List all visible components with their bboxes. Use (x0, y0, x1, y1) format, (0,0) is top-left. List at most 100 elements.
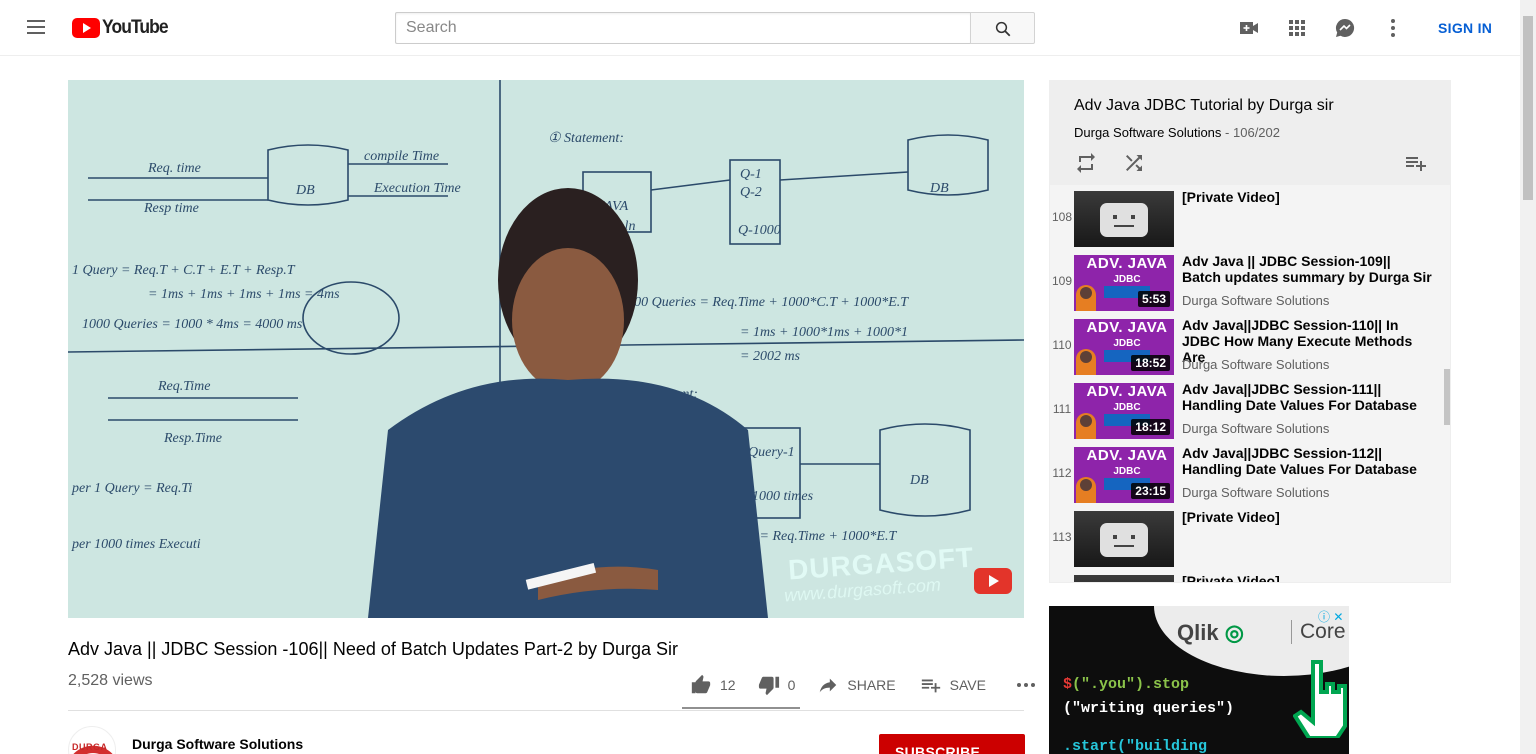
create-video-icon[interactable] (1237, 16, 1261, 40)
thumbnail-presenter (1076, 349, 1096, 375)
private-video-icon (1100, 203, 1148, 237)
loop-icon[interactable] (1074, 151, 1098, 175)
page-scrollbar-thumb[interactable] (1523, 16, 1533, 200)
svg-text:1 Query = Req.T + C.T + E.T +: 1 Query = Req.T + C.T + E.T + Resp.T (72, 263, 296, 278)
playlist-item-thumbnail[interactable] (1074, 511, 1174, 567)
thumbnail-presenter (1076, 477, 1096, 503)
playlist-panel: Adv Java JDBC Tutorial by Durga sir Durg… (1049, 80, 1451, 583)
svg-text:DB: DB (909, 473, 929, 488)
thumbnail-text-line-1: ADV. JAVA (1086, 447, 1168, 464)
playlist-item-title[interactable]: [Private Video] (1182, 189, 1432, 205)
playlist-scrollbar[interactable] (1444, 369, 1450, 425)
video-duration: 23:15 (1131, 483, 1170, 499)
share-label: SHARE (847, 677, 896, 693)
thumbnail-text-line-2: JDBC (1113, 274, 1141, 285)
playlist-item-channel: Durga Software Solutions (1182, 485, 1330, 500)
subscribe-button[interactable]: SUBSCRIBE 360K (879, 734, 1025, 754)
playlist-item-channel: Durga Software Solutions (1182, 293, 1330, 308)
video-duration: 5:53 (1137, 291, 1170, 307)
share-button[interactable]: SHARE (817, 668, 896, 702)
more-actions-button[interactable] (1014, 668, 1046, 702)
playlist-item[interactable]: 113 [Private Video] (1050, 505, 1440, 569)
masthead: YouTube Search SIGN IN (0, 0, 1520, 56)
svg-text:Query-1: Query-1 (748, 445, 795, 460)
playlist-owner[interactable]: Durga Software Solutions (1074, 125, 1221, 140)
like-button[interactable]: 12 (690, 668, 736, 702)
playlist-item-index: 109 (1051, 274, 1073, 288)
youtube-play-icon (72, 18, 100, 38)
video-player[interactable]: Req. time compile Time Resp time DB Exec… (68, 80, 1024, 618)
playlist-item-thumbnail[interactable]: ADV. JAVA JDBC 18:12 (1074, 383, 1174, 439)
menu-icon[interactable] (24, 16, 48, 40)
playlist-item-thumbnail[interactable] (1074, 191, 1174, 247)
search-button[interactable] (970, 12, 1035, 44)
youtube-watermark-icon[interactable] (974, 568, 1012, 594)
logo-text: YouTube (102, 17, 169, 38)
video-actions: 12 0 SHARE SAVE (682, 668, 1046, 702)
divider (68, 710, 1024, 711)
page-scrollbar[interactable] (1520, 0, 1536, 754)
ad-info-close-icon[interactable]: ⓘ ✕ (1318, 608, 1348, 624)
dislike-count: 0 (787, 677, 796, 693)
svg-text:Resp.Time: Resp.Time (163, 431, 222, 446)
playlist-item-channel: Durga Software Solutions (1182, 357, 1330, 372)
ad-code-line-3: .start("building (1063, 738, 1208, 754)
playlist-item-index: 112 (1052, 466, 1072, 480)
thumbnail-text-line-1: ADV. JAVA (1086, 383, 1168, 400)
video-title: Adv Java || JDBC Session -106|| Need of … (68, 639, 678, 659)
playlist-item-index: 111 (1052, 402, 1072, 416)
playlist-item[interactable]: 110 ADV. JAVA JDBC 18:52 Adv Java||JDBC Sess… (1050, 313, 1440, 377)
svg-text:① Statement:: ① Statement: (548, 131, 624, 146)
playlist-item-title[interactable]: [Private Video] (1182, 573, 1432, 582)
channel-avatar[interactable]: DURGA (68, 726, 116, 754)
svg-text:= 1ms + 1000*1ms + 1000*1: = 1ms + 1000*1ms + 1000*1 (740, 325, 908, 340)
svg-text:DB: DB (929, 181, 949, 196)
more-vert-icon[interactable] (1381, 16, 1405, 40)
ad-code-line-1: $(".you").stop (1063, 676, 1190, 693)
playlist-item[interactable]: 111 ADV. JAVA JDBC 18:12 Adv Java||JDBC Sess… (1050, 377, 1440, 441)
thumbnail-text-line-2: JDBC (1113, 466, 1141, 477)
svg-text:Req. time: Req. time (147, 161, 201, 176)
playlist-item[interactable]: [Private Video] (1050, 569, 1440, 582)
playlist-item-title[interactable]: Adv Java||JDBC Session-111|| Handling Da… (1182, 381, 1432, 413)
hand-cursor-icon (1293, 660, 1347, 738)
save-label: SAVE (949, 677, 986, 693)
svg-text:Resp time: Resp time (143, 201, 199, 216)
playlist-item-thumbnail[interactable]: ADV. JAVA JDBC 18:52 (1074, 319, 1174, 375)
thumbs-down-icon (758, 676, 779, 696)
playlist-item-thumbnail[interactable]: ADV. JAVA JDBC 5:53 (1074, 255, 1174, 311)
playlist-item[interactable]: 109 ADV. JAVA JDBC 5:53 Adv Java || JDBC Ses… (1050, 249, 1440, 313)
ad-banner[interactable]: Qlik ◎ Core $(".you").stop ("writing que… (1049, 606, 1349, 754)
thumbnail-text-line-1: ADV. JAVA (1086, 255, 1168, 272)
svg-text:compile Time: compile Time (364, 149, 439, 164)
svg-text:per 1000 times Executi: per 1000 times Executi (71, 537, 201, 552)
search-icon (995, 21, 1011, 37)
svg-text:Q-1: Q-1 (740, 167, 762, 182)
dislike-button[interactable]: 0 (758, 668, 796, 702)
playlist-item[interactable]: 112 ADV. JAVA JDBC 23:15 Adv Java||JDBC Sess… (1050, 441, 1440, 505)
playlist-title[interactable]: Adv Java JDBC Tutorial by Durga sir (1074, 97, 1334, 115)
thumbnail-presenter (1076, 285, 1096, 311)
sign-in-button[interactable]: SIGN IN (1428, 18, 1502, 38)
playlist-item-index: 113 (1052, 530, 1072, 544)
playlist-item-channel: Durga Software Solutions (1182, 421, 1330, 436)
playlist-item-title[interactable]: Adv Java || JDBC Session-109|| Batch upd… (1182, 253, 1432, 285)
playlist-add-icon (921, 679, 940, 693)
svg-text:= 1ms + 1ms + 1ms + 1ms = 4ms: = 1ms + 1ms + 1ms + 1ms = 4ms (148, 287, 340, 302)
playlist-item-title[interactable]: Adv Java||JDBC Session-112|| Handling Da… (1182, 445, 1432, 477)
channel-name[interactable]: Durga Software Solutions (132, 736, 303, 752)
playlist-item-thumbnail[interactable] (1074, 575, 1174, 582)
messages-icon[interactable] (1333, 16, 1357, 40)
shuffle-icon[interactable] (1122, 151, 1146, 175)
like-count: 12 (720, 677, 736, 693)
playlist-item-thumbnail[interactable]: ADV. JAVA JDBC 23:15 (1074, 447, 1174, 503)
playlist-item-title[interactable]: [Private Video] (1182, 509, 1432, 525)
search-input[interactable]: Search (395, 12, 971, 44)
thumbnail-text-line-2: JDBC (1113, 338, 1141, 349)
playlist-item[interactable]: 108 [Private Video] (1050, 185, 1440, 249)
youtube-logo[interactable]: YouTube (72, 17, 173, 38)
apps-icon[interactable] (1285, 16, 1309, 40)
save-playlist-icon[interactable] (1404, 151, 1428, 175)
video-duration: 18:12 (1131, 419, 1170, 435)
save-button[interactable]: SAVE (920, 668, 986, 702)
